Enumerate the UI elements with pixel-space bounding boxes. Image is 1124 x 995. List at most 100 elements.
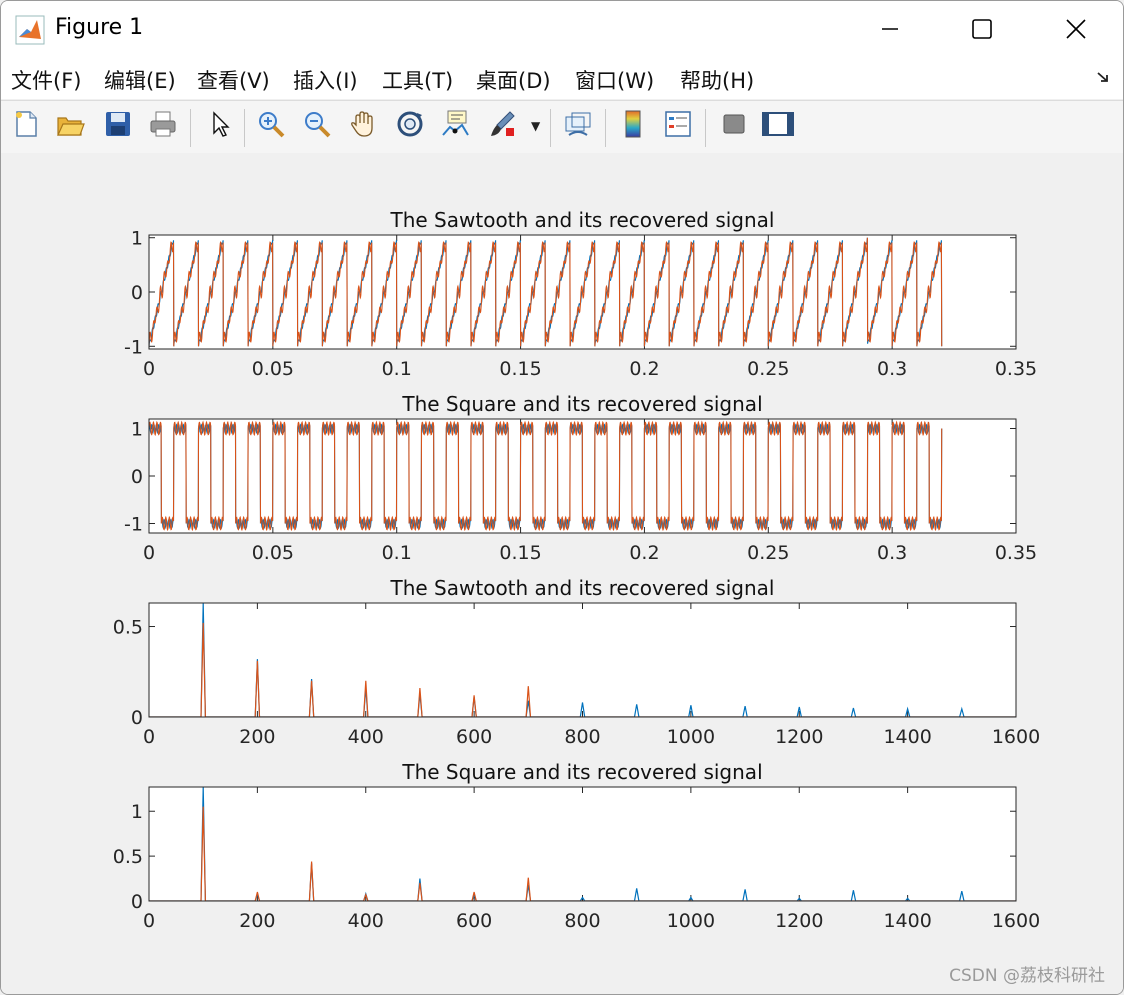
maximize-button[interactable] bbox=[959, 9, 1005, 53]
x-tick-label: 0 bbox=[143, 358, 155, 380]
y-tick-label: -1 bbox=[124, 514, 143, 536]
open-file-button[interactable] bbox=[53, 109, 87, 143]
show-plot-tools-button[interactable] bbox=[761, 109, 795, 143]
x-tick-label: 400 bbox=[348, 726, 384, 748]
zoom-out-button[interactable] bbox=[300, 109, 334, 143]
link-plot-button[interactable] bbox=[561, 109, 595, 143]
data-cursor-icon bbox=[440, 109, 470, 143]
toolbar-separator bbox=[550, 109, 551, 147]
maximize-icon bbox=[971, 18, 993, 44]
x-tick-label: 0.05 bbox=[252, 358, 294, 380]
axes-4[interactable]: The Square and its recovered signal 0 200 4… bbox=[113, 760, 1040, 932]
menu-view[interactable]: 查看(V) bbox=[197, 65, 270, 95]
new-figure-icon bbox=[11, 109, 41, 143]
x-tick-label: 1000 bbox=[667, 910, 715, 932]
open-file-icon bbox=[55, 109, 85, 143]
axes-2[interactable]: The Square and its recovered signal 0 0.05… bbox=[124, 392, 1037, 564]
save-button[interactable] bbox=[101, 109, 135, 143]
dock-arrow-icon[interactable] bbox=[1095, 69, 1111, 90]
legend-button[interactable] bbox=[661, 109, 695, 143]
print-icon bbox=[148, 109, 178, 143]
window-title: Figure 1 bbox=[55, 15, 144, 40]
y-tick-label: 0 bbox=[131, 282, 143, 304]
x-tick-label: 0.1 bbox=[382, 542, 412, 564]
y-tick-label: 1 bbox=[131, 419, 143, 441]
plots-svg: The Sawtooth and its recovered signal 0 0.… bbox=[113, 208, 1040, 932]
x-tick-label: 0.15 bbox=[499, 542, 541, 564]
x-tick-label: 1600 bbox=[992, 726, 1040, 748]
legend-icon bbox=[663, 109, 693, 143]
colorbar-icon bbox=[618, 109, 648, 143]
pan-icon bbox=[348, 109, 378, 143]
x-tick-label: 0.3 bbox=[877, 358, 907, 380]
x-tick-label: 200 bbox=[239, 910, 275, 932]
close-button[interactable] bbox=[1053, 9, 1099, 53]
y-tick-label: 1 bbox=[131, 228, 143, 250]
x-tick-label: 0.1 bbox=[382, 358, 412, 380]
x-tick-label: 0.3 bbox=[877, 542, 907, 564]
axes-3[interactable]: The Sawtooth and its recovered signal 0 20… bbox=[113, 576, 1040, 748]
figure-window: Figure 1 文件(F) 编辑(E) 查看(V) 插入(I) 工具(T) 桌… bbox=[0, 0, 1124, 995]
axes-title: The Sawtooth and its recovered signal bbox=[390, 208, 775, 232]
menu-edit[interactable]: 编辑(E) bbox=[104, 65, 176, 95]
edit-plot-icon bbox=[205, 109, 235, 143]
axes-title: The Sawtooth and its recovered signal bbox=[390, 576, 775, 600]
x-tick-label: 0 bbox=[143, 726, 155, 748]
colorbar-button[interactable] bbox=[616, 109, 650, 143]
title-bar[interactable]: Figure 1 bbox=[1, 1, 1123, 61]
x-tick-label: 0.2 bbox=[629, 542, 659, 564]
zoom-out-icon bbox=[302, 109, 332, 143]
minimize-icon bbox=[880, 19, 900, 43]
close-icon bbox=[1065, 18, 1087, 44]
rotate-3d-button[interactable] bbox=[393, 109, 427, 143]
menu-file[interactable]: 文件(F) bbox=[11, 65, 81, 95]
brush-dropdown-icon[interactable]: ▼ bbox=[531, 119, 540, 133]
axes-title: The Square and its recovered signal bbox=[401, 392, 762, 416]
x-tick-label: 1000 bbox=[667, 726, 715, 748]
menu-insert[interactable]: 插入(I) bbox=[293, 65, 358, 95]
minimize-button[interactable] bbox=[867, 9, 913, 53]
zoom-in-button[interactable] bbox=[254, 109, 288, 143]
x-tick-label: 600 bbox=[456, 726, 492, 748]
new-figure-button[interactable] bbox=[9, 109, 43, 143]
menu-tools[interactable]: 工具(T) bbox=[382, 65, 453, 95]
axes-background bbox=[149, 787, 1016, 901]
data-cursor-button[interactable] bbox=[438, 109, 472, 143]
pan-button[interactable] bbox=[346, 109, 380, 143]
x-tick-label: 800 bbox=[564, 726, 600, 748]
hide-plot-tools-icon bbox=[719, 109, 749, 143]
menu-help[interactable]: 帮助(H) bbox=[680, 65, 754, 95]
axes-title: The Square and its recovered signal bbox=[401, 760, 762, 784]
print-button[interactable] bbox=[146, 109, 180, 143]
save-icon bbox=[103, 109, 133, 143]
x-tick-label: 0 bbox=[143, 542, 155, 564]
figure-canvas: The Sawtooth and its recovered signal 0 0.… bbox=[1, 153, 1123, 994]
brush-icon bbox=[487, 109, 517, 143]
y-tick-label: 0.5 bbox=[113, 846, 143, 868]
y-tick-label: 0 bbox=[131, 891, 143, 913]
menu-desktop[interactable]: 桌面(D) bbox=[476, 65, 551, 95]
menu-window[interactable]: 窗口(W) bbox=[575, 65, 654, 95]
hide-plot-tools-button[interactable] bbox=[717, 109, 751, 143]
x-tick-label: 400 bbox=[348, 910, 384, 932]
show-plot-tools-icon bbox=[761, 109, 795, 143]
axes-1[interactable]: The Sawtooth and its recovered signal 0 0.… bbox=[124, 208, 1037, 380]
link-plot-icon bbox=[563, 109, 593, 143]
edit-plot-button[interactable] bbox=[203, 109, 237, 143]
brush-button[interactable] bbox=[485, 109, 519, 143]
toolbar-separator bbox=[605, 109, 606, 147]
x-tick-label: 0 bbox=[143, 910, 155, 932]
watermark-text: CSDN @荔枝科研社 bbox=[949, 966, 1105, 986]
y-tick-label: 0 bbox=[131, 707, 143, 729]
menu-bar: 文件(F) 编辑(E) 查看(V) 插入(I) 工具(T) 桌面(D) 窗口(W… bbox=[1, 61, 1123, 99]
x-tick-label: 1400 bbox=[883, 726, 931, 748]
x-tick-label: 1400 bbox=[883, 910, 931, 932]
zoom-in-icon bbox=[256, 109, 286, 143]
toolbar-separator bbox=[244, 109, 245, 147]
y-tick-label: -1 bbox=[124, 336, 143, 358]
y-tick-label: 0 bbox=[131, 466, 143, 488]
figure-toolbar: ▼ bbox=[1, 100, 1123, 154]
matlab-logo-icon bbox=[15, 15, 45, 45]
toolbar-separator bbox=[190, 109, 191, 147]
x-tick-label: 0.35 bbox=[995, 358, 1037, 380]
